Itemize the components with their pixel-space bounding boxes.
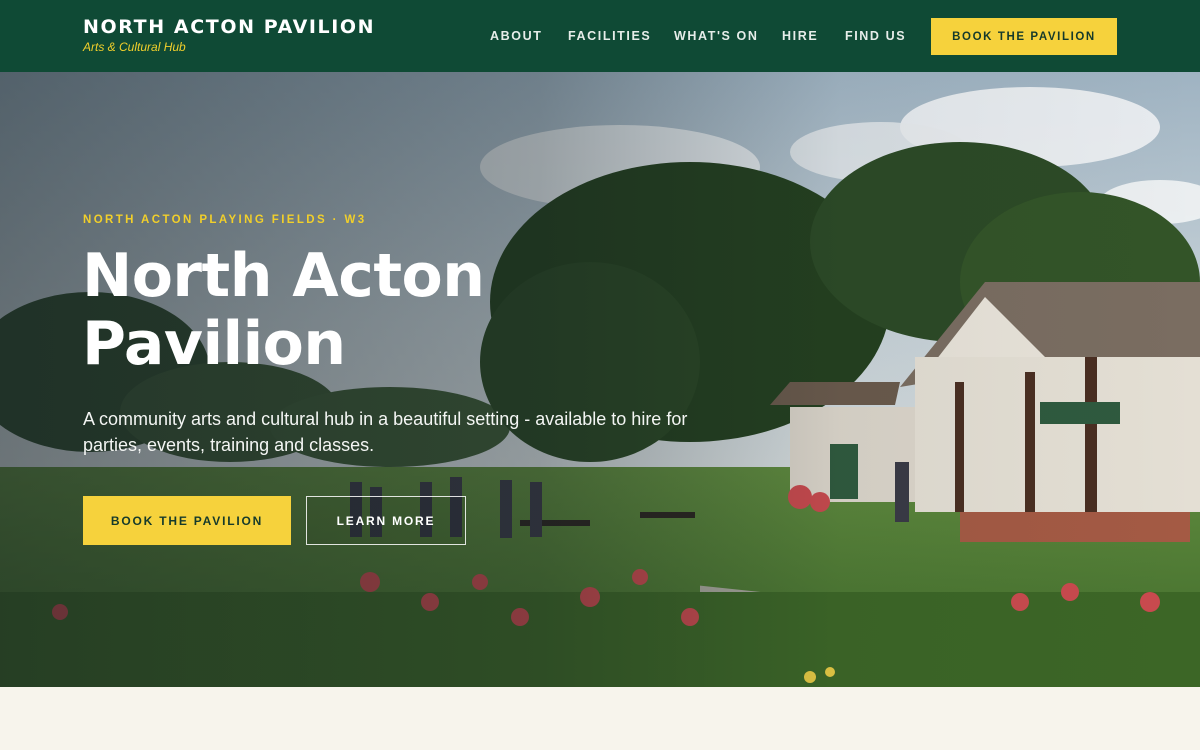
nav-facilities[interactable]: FACILITIES [568,29,651,43]
nav-whats-on[interactable]: WHAT'S ON [674,29,759,43]
book-pavilion-button[interactable]: BOOK THE PAVILION [83,496,291,545]
hero-overlay [0,72,1200,687]
nav-find-us[interactable]: FIND US [845,29,906,43]
next-section [0,687,1200,750]
nav-about[interactable]: ABOUT [490,29,542,43]
hero: NORTH ACTON PLAYING FIELDS · W3 North Ac… [0,72,1200,687]
book-pavilion-header-button[interactable]: BOOK THE PAVILION [931,18,1117,55]
hero-title: North Acton Pavilion [82,242,602,378]
hero-title-line-2: Pavilion [82,309,346,379]
hero-eyebrow: NORTH ACTON PLAYING FIELDS · W3 [83,214,367,226]
main-nav: ABOUT FACILITIES WHAT'S ON HIRE FIND US … [0,0,1200,72]
learn-more-button[interactable]: LEARN MORE [306,496,466,545]
hero-lead: A community arts and cultural hub in a b… [83,409,688,455]
site-header: NORTH ACTON PAVILION Arts & Cultural Hub… [0,0,1200,72]
nav-hire[interactable]: HIRE [782,29,818,43]
hero-title-line-1: North Acton [82,241,485,311]
